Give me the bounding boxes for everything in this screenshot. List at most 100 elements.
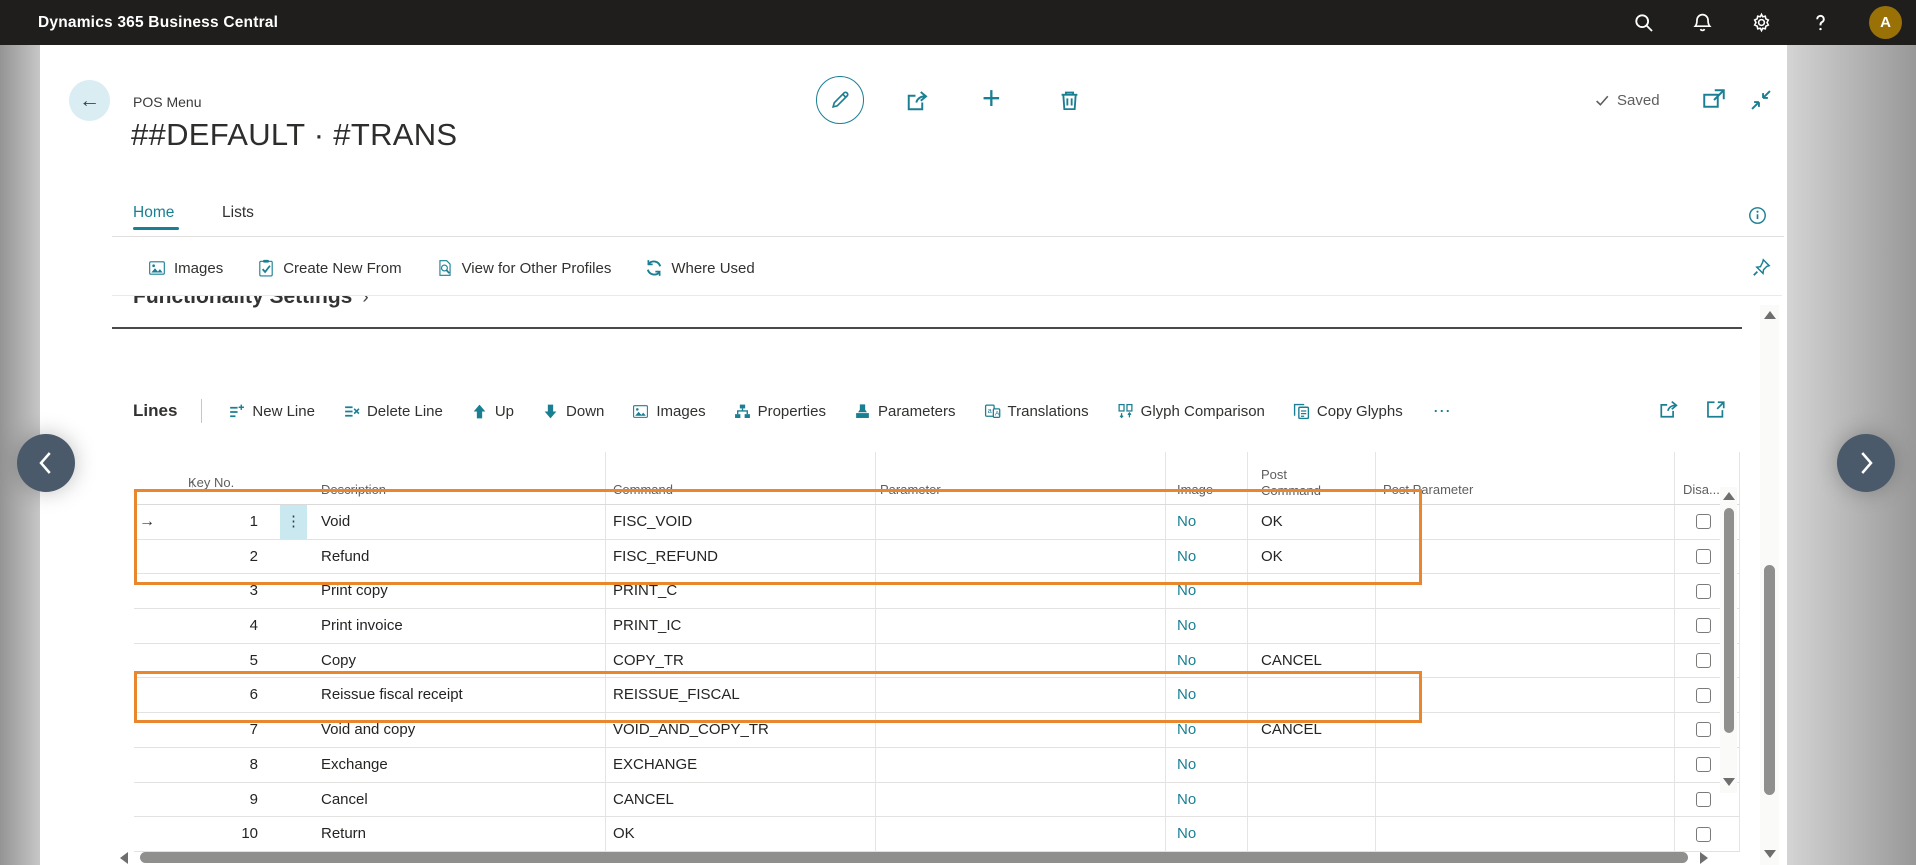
lines-toolbar-button-parameters[interactable]: Parameters <box>854 403 956 420</box>
cell-image[interactable]: No <box>1177 748 1196 782</box>
table-row[interactable]: → 10 ⋮ Return OK No <box>134 817 1740 852</box>
column-header-description[interactable]: Description <box>321 482 386 497</box>
page-scroll-down-arrow[interactable] <box>1764 850 1776 858</box>
cell-image[interactable]: No <box>1177 574 1196 608</box>
cell-key-no[interactable]: 7 <box>134 713 258 747</box>
disabled-checkbox[interactable] <box>1696 514 1711 529</box>
help-icon[interactable] <box>1810 12 1831 33</box>
cell-description[interactable]: Cancel <box>321 783 368 817</box>
edit-button[interactable] <box>816 76 864 124</box>
disabled-checkbox[interactable] <box>1696 688 1711 703</box>
disabled-checkbox[interactable] <box>1696 757 1711 772</box>
cell-key-no[interactable]: 2 <box>134 540 258 574</box>
cell-command[interactable]: VOID_AND_COPY_TR <box>613 713 769 747</box>
cell-command[interactable]: PRINT_IC <box>613 609 681 643</box>
section-heading-functionality-settings[interactable]: Functionality Settings› <box>133 296 369 309</box>
lines-toolbar-button-copy-glyphs[interactable]: Copy Glyphs <box>1293 403 1403 420</box>
cell-description[interactable]: Void <box>321 505 350 539</box>
pin-icon[interactable] <box>1752 258 1771 277</box>
cell-command[interactable]: PRINT_C <box>613 574 677 608</box>
lines-toolbar-button-glyph-comparison[interactable]: Glyph Comparison <box>1117 403 1265 420</box>
cell-image[interactable]: No <box>1177 817 1196 851</box>
cell-key-no[interactable]: 10 <box>134 817 258 851</box>
cell-description[interactable]: Refund <box>321 540 369 574</box>
lines-toolbar-button-down[interactable]: Down <box>542 403 604 420</box>
cell-image[interactable]: No <box>1177 505 1196 539</box>
cell-command[interactable]: FISC_VOID <box>613 505 692 539</box>
table-row[interactable]: → 4 ⋮ Print invoice PRINT_IC No <box>134 609 1740 644</box>
notifications-icon[interactable] <box>1692 12 1713 33</box>
cell-image[interactable]: No <box>1177 783 1196 817</box>
cell-command[interactable]: EXCHANGE <box>613 748 697 782</box>
cell-image[interactable]: No <box>1177 713 1196 747</box>
table-row[interactable]: → 1 ⋮ Void FISC_VOID No OK <box>134 505 1740 540</box>
action-button-images[interactable]: Images <box>148 259 223 277</box>
cell-post-command[interactable]: OK <box>1261 540 1283 574</box>
cell-key-no[interactable]: 4 <box>134 609 258 643</box>
cell-key-no[interactable]: 9 <box>134 783 258 817</box>
new-button[interactable]: + <box>982 80 1001 116</box>
cell-command[interactable]: COPY_TR <box>613 644 684 678</box>
share-button[interactable] <box>905 89 929 113</box>
lines-toolbar-button-translations[interactable]: aA Translations <box>984 403 1089 420</box>
column-header-parameter[interactable]: Parameter <box>880 482 941 497</box>
column-header-post-parameter[interactable]: Post Parameter <box>1383 482 1473 497</box>
hscrollbar-thumb[interactable] <box>140 852 1688 863</box>
table-row[interactable]: → 2 ⋮ Refund FISC_REFUND No OK <box>134 540 1740 575</box>
hscroll-left-arrow[interactable] <box>120 852 128 864</box>
disabled-checkbox[interactable] <box>1696 584 1711 599</box>
cell-post-command[interactable]: CANCEL <box>1261 644 1322 678</box>
table-row[interactable]: → 6 ⋮ Reissue fiscal receipt REISSUE_FIS… <box>134 678 1740 713</box>
action-button-where-used[interactable]: Where Used <box>645 259 754 277</box>
lines-toolbar-button-delete-line[interactable]: Delete Line <box>343 403 443 420</box>
table-row[interactable]: → 3 ⋮ Print copy PRINT_C No <box>134 574 1740 609</box>
cell-image[interactable]: No <box>1177 678 1196 712</box>
cell-command[interactable]: FISC_REFUND <box>613 540 718 574</box>
previous-record-button[interactable] <box>17 434 75 492</box>
disabled-checkbox[interactable] <box>1696 722 1711 737</box>
cell-image[interactable]: No <box>1177 540 1196 574</box>
hscroll-right-arrow[interactable] <box>1700 852 1708 864</box>
table-row[interactable]: → 8 ⋮ Exchange EXCHANGE No <box>134 748 1740 783</box>
table-row[interactable]: → 9 ⋮ Cancel CANCEL No <box>134 783 1740 818</box>
disabled-checkbox[interactable] <box>1696 792 1711 807</box>
cell-key-no[interactable]: 1 <box>134 505 258 539</box>
cell-key-no[interactable]: 8 <box>134 748 258 782</box>
collapse-button[interactable] <box>1750 89 1772 111</box>
info-icon[interactable] <box>1748 206 1767 225</box>
row-menu-button[interactable]: ⋮ <box>280 505 307 539</box>
grid-scrollbar-thumb[interactable] <box>1724 508 1734 733</box>
column-header-command[interactable]: Command <box>613 482 673 497</box>
tab-lists[interactable]: Lists <box>222 204 254 222</box>
cell-description[interactable]: Print invoice <box>321 609 403 643</box>
more-options-button[interactable]: ⋯ <box>1433 401 1453 422</box>
table-row[interactable]: → 5 ⋮ Copy COPY_TR No CANCEL <box>134 644 1740 679</box>
grid-scroll-down-arrow[interactable] <box>1723 778 1735 786</box>
cell-description[interactable]: Print copy <box>321 574 388 608</box>
column-header-post-command[interactable]: Post Command <box>1261 467 1339 499</box>
lines-toolbar-button-properties[interactable]: Properties <box>734 403 826 420</box>
cell-key-no[interactable]: 5 <box>134 644 258 678</box>
avatar[interactable]: A <box>1869 6 1902 39</box>
disabled-checkbox[interactable] <box>1696 618 1711 633</box>
cell-key-no[interactable]: 6 <box>134 678 258 712</box>
cell-command[interactable]: REISSUE_FISCAL <box>613 678 740 712</box>
page-scroll-up-arrow[interactable] <box>1764 311 1776 319</box>
column-header-disabled[interactable]: Disa... <box>1683 482 1720 497</box>
column-header-image[interactable]: Image <box>1177 482 1213 497</box>
cell-image[interactable]: No <box>1177 644 1196 678</box>
grid-scroll-up-arrow[interactable] <box>1723 492 1735 500</box>
cell-description[interactable]: Return <box>321 817 366 851</box>
cell-description[interactable]: Reissue fiscal receipt <box>321 678 463 712</box>
search-icon[interactable] <box>1633 12 1654 33</box>
cell-image[interactable]: No <box>1177 609 1196 643</box>
cell-command[interactable]: CANCEL <box>613 783 674 817</box>
cell-key-no[interactable]: 3 <box>134 574 258 608</box>
table-row[interactable]: → 7 ⋮ Void and copy VOID_AND_COPY_TR No … <box>134 713 1740 748</box>
disabled-checkbox[interactable] <box>1696 827 1711 842</box>
lines-toolbar-button-images[interactable]: Images <box>632 403 705 420</box>
action-button-view-for-other-profiles[interactable]: View for Other Profiles <box>436 259 612 277</box>
disabled-checkbox[interactable] <box>1696 549 1711 564</box>
back-button[interactable]: ← <box>69 80 110 121</box>
lines-popout-button[interactable] <box>1706 399 1727 420</box>
